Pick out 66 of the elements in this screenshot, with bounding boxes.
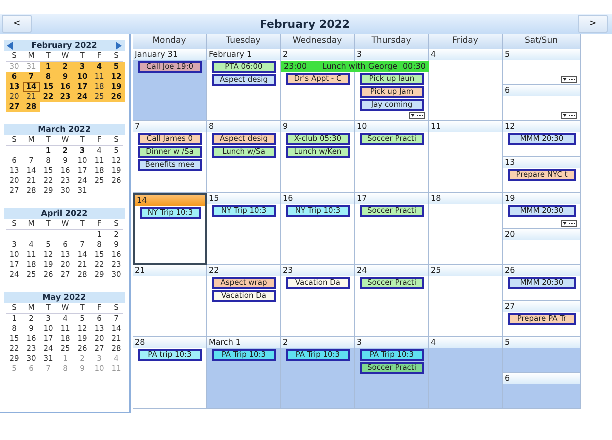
previous-arrow-icon[interactable]: [7, 42, 13, 50]
day-label: 19: [503, 193, 580, 204]
column-header: Sat/Sun: [503, 34, 581, 49]
day-cell[interactable]: 21: [133, 265, 207, 337]
day-label: 26: [503, 265, 580, 276]
day-label: 16: [281, 193, 354, 204]
day-label: 5: [503, 49, 580, 60]
month-title: February 2022: [32, 41, 98, 50]
day-label: 6: [503, 373, 580, 384]
day-label: 27: [503, 301, 580, 312]
day-label: 12: [503, 121, 580, 132]
column-header: Friday: [429, 34, 503, 49]
day-cell[interactable]: 18: [429, 193, 503, 265]
day-label: 6: [503, 85, 580, 96]
day-label: 25: [429, 265, 502, 276]
more-events-icon[interactable]: [409, 112, 425, 119]
day-label: 17: [355, 193, 428, 204]
column-header: Thursday: [355, 34, 429, 49]
day-label: 2: [281, 337, 354, 348]
day-cell[interactable]: 4: [429, 337, 503, 409]
day-cell[interactable]: 11: [429, 121, 503, 193]
day-cell[interactable]: 6: [503, 373, 581, 409]
day-label: 3: [355, 337, 428, 348]
day-label: February 1: [207, 49, 280, 60]
day-cell[interactable]: 4: [429, 49, 503, 121]
previous-month-button[interactable]: <: [2, 15, 32, 33]
next-month-button[interactable]: >: [578, 15, 608, 33]
day-label: 20: [503, 229, 580, 240]
month-title: March 2022: [38, 125, 91, 134]
day-label: 21: [133, 265, 206, 276]
day-label: March 1: [207, 337, 280, 348]
day-cell[interactable]: 6: [503, 85, 581, 121]
day-label: 7: [133, 121, 206, 132]
day-label: 2: [281, 49, 354, 60]
month-title: February 2022: [260, 18, 350, 30]
day-cell[interactable]: 25: [429, 265, 503, 337]
day-label: 28: [133, 337, 206, 348]
day-label: 24: [355, 265, 428, 276]
column-header: Monday: [133, 34, 207, 49]
day-label: 15: [207, 193, 280, 204]
day-label: 4: [429, 49, 502, 60]
day-label: 10: [355, 121, 428, 132]
day-label: 3: [355, 49, 428, 60]
day-label: 22: [207, 265, 280, 276]
day-label: January 31: [133, 49, 206, 60]
month-title: May 2022: [42, 293, 86, 302]
day-label: 14: [135, 195, 205, 206]
day-cell[interactable]: 20: [503, 229, 581, 265]
day-cell[interactable]: 5: [503, 49, 581, 85]
day-label: 11: [429, 121, 502, 132]
more-events-icon[interactable]: [561, 76, 577, 83]
event-bar[interactable]: 23:00 Lunch with George 00:30: [281, 61, 429, 72]
more-events-icon[interactable]: [561, 112, 577, 119]
day-label: 9: [281, 121, 354, 132]
next-arrow-icon[interactable]: [116, 42, 122, 50]
day-label: 8: [207, 121, 280, 132]
column-header: Tuesday: [207, 34, 281, 49]
day-label: 18: [429, 193, 502, 204]
more-events-icon[interactable]: [561, 220, 577, 227]
day-label: 13: [503, 157, 580, 168]
day-label: 4: [429, 337, 502, 348]
day-label: 23: [281, 265, 354, 276]
day-label: 5: [503, 337, 580, 348]
day-cell[interactable]: 5: [503, 337, 581, 373]
month-title: April 2022: [41, 209, 88, 218]
column-header: Wednesday: [281, 34, 355, 49]
